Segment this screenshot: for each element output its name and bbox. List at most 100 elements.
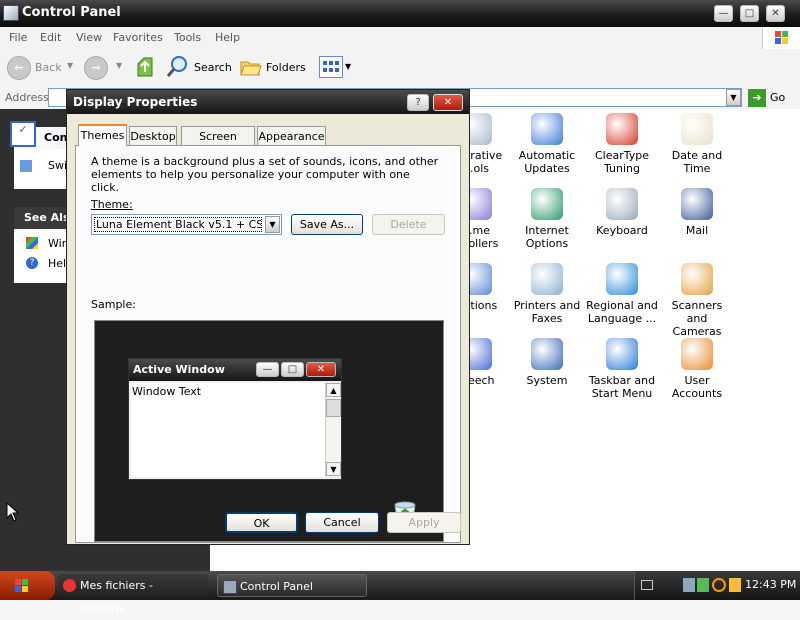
folders-button[interactable]: Folders	[266, 61, 306, 74]
theme-select-value: Luna Element Black v5.1 + CSS	[94, 217, 262, 232]
views-dropdown-icon[interactable]: ▼	[345, 62, 351, 71]
printers-icon	[531, 263, 563, 295]
ok-button[interactable]: OK	[225, 512, 298, 533]
theme-select[interactable]: Luna Element Black v5.1 + CSS ▼	[91, 214, 282, 235]
dialog-close-button[interactable]: ✕	[433, 94, 463, 111]
date-time-icon	[681, 113, 713, 145]
cp-item-taskbar[interactable]: Taskbar and Start Menu	[586, 338, 658, 400]
minimize-button[interactable]: —	[714, 5, 733, 22]
network-tray-icon[interactable]	[683, 578, 695, 592]
sample-window-titlebar: Active Window — □ ✕	[129, 359, 341, 381]
sample-window-title: Active Window	[133, 363, 225, 376]
search-icon[interactable]	[166, 55, 190, 79]
sample-scrollbar: ▲ ▼	[325, 383, 341, 477]
cp-item-system[interactable]: System	[511, 338, 583, 387]
dialog-help-button[interactable]: ?	[407, 94, 429, 111]
automatic-updates-icon	[531, 113, 563, 145]
cp-item-label: Scanners and Cameras	[671, 299, 723, 338]
sample-active-window: Active Window — □ ✕ Window Text ▲ ▼	[128, 358, 342, 480]
maximize-button[interactable]: □	[740, 5, 759, 22]
tab-themes[interactable]: Themes	[78, 124, 127, 146]
cp-item-label: Mail	[685, 224, 709, 237]
security-tray-icon[interactable]	[697, 578, 709, 592]
cancel-button[interactable]: Cancel	[305, 512, 379, 533]
menu-tools[interactable]: Tools	[174, 31, 201, 44]
menu-help[interactable]: Help	[215, 31, 240, 44]
scroll-down-icon: ▼	[326, 462, 341, 476]
internet-options-icon	[531, 188, 563, 220]
sample-maximize-icon: □	[281, 362, 304, 377]
go-button[interactable]: Go	[770, 91, 785, 104]
windows-update-icon	[26, 237, 38, 249]
close-button[interactable]: ✕	[766, 5, 785, 22]
regional-icon	[606, 263, 638, 295]
go-arrow-icon[interactable]: ➜	[748, 89, 766, 107]
sample-window-body: Window Text	[131, 383, 325, 477]
volume-tray-icon[interactable]	[729, 578, 741, 592]
taskbar-item-control-panel[interactable]: Control Panel	[217, 574, 367, 597]
switch-view-link[interactable]: Swi	[48, 159, 67, 172]
tab-desktop[interactable]: Desktop	[129, 126, 177, 145]
cp-item-scanners[interactable]: Scanners and Cameras	[661, 263, 733, 338]
cp-item-date-time[interactable]: Date and Time	[661, 113, 733, 175]
back-arrow-icon[interactable]: ←	[7, 56, 31, 80]
up-folder-icon[interactable]	[134, 54, 156, 80]
cp-item-keyboard[interactable]: Keyboard	[586, 188, 658, 237]
taskbar-item-onedrive[interactable]: Mes fichiers - OneDriv...	[58, 574, 208, 615]
address-dropdown-icon[interactable]: ▼	[726, 89, 741, 106]
menu-view[interactable]: View	[76, 31, 102, 44]
control-panel-titlebar[interactable]: Control Panel — □ ✕	[0, 0, 800, 27]
folders-icon[interactable]	[239, 56, 263, 78]
control-panel-check-icon: ✓	[10, 121, 36, 147]
menu-edit[interactable]: Edit	[40, 31, 61, 44]
forward-dropdown-icon[interactable]: ▼	[116, 61, 122, 70]
cp-item-regional[interactable]: Regional and Language ...	[586, 263, 658, 325]
address-label: Address	[5, 91, 49, 104]
mouse-cursor-icon	[6, 502, 20, 522]
system-icon	[531, 338, 563, 370]
window-title: Control Panel	[22, 5, 121, 20]
scanners-icon	[681, 263, 713, 295]
cp-item-label: Taskbar and Start Menu	[588, 374, 656, 400]
search-tray-icon[interactable]	[712, 578, 726, 592]
menu-bar: File Edit View Favorites Tools Help	[0, 27, 800, 50]
clock[interactable]: 12:43 PM	[745, 578, 796, 591]
control-panel-icon	[223, 580, 237, 594]
cp-item-label: Date and Time	[671, 149, 723, 175]
mail-icon	[681, 188, 713, 220]
forward-arrow-icon[interactable]: →	[84, 56, 108, 80]
sample-close-icon: ✕	[306, 362, 336, 377]
themes-description: A theme is a background plus a set of so…	[91, 155, 439, 194]
display-properties-dialog: Display Properties ? ✕ Themes Desktop Sc…	[66, 89, 470, 545]
menu-favorites[interactable]: Favorites	[113, 31, 163, 44]
cp-item-mail[interactable]: Mail	[661, 188, 733, 237]
delete-button[interactable]: Delete	[372, 214, 445, 235]
chevron-down-icon[interactable]: ▼	[265, 216, 280, 233]
sample-minimize-icon: —	[256, 362, 279, 377]
back-dropdown-icon[interactable]: ▼	[67, 61, 73, 70]
search-button[interactable]: Search	[194, 61, 232, 74]
cp-item-cleartype[interactable]: ClearType Tuning	[586, 113, 658, 175]
save-as-button[interactable]: Save As...	[291, 214, 363, 235]
tab-appearance[interactable]: Appearance	[257, 126, 326, 145]
taskbar-icon	[606, 338, 638, 370]
help-icon: ?	[26, 257, 38, 269]
user-accounts-icon	[681, 338, 713, 370]
dialog-titlebar[interactable]: Display Properties ? ✕	[67, 90, 469, 114]
views-icon[interactable]	[319, 56, 343, 78]
toolbar: ← Back ▼ → ▼ Search Folders ▼	[0, 49, 800, 88]
cp-item-automatic-updates[interactable]: Automatic Updates	[511, 113, 583, 175]
cp-item-printers[interactable]: Printers and Faxes	[511, 263, 583, 325]
back-label[interactable]: Back	[35, 61, 62, 74]
tab-screen-saver[interactable]: Screen Saver	[181, 126, 255, 162]
cp-item-user-accounts[interactable]: User Accounts	[661, 338, 733, 400]
keyboard-tray-icon[interactable]	[641, 580, 653, 590]
browser-icon	[63, 579, 76, 592]
menu-file[interactable]: File	[9, 31, 27, 44]
apply-button[interactable]: Apply	[387, 512, 461, 533]
start-button[interactable]	[0, 571, 55, 600]
cp-item-label: Automatic Updates	[518, 149, 576, 175]
cp-item-label: Printers and Faxes	[513, 299, 581, 325]
cp-item-label: Regional and Language ...	[586, 299, 658, 325]
cp-item-internet-options[interactable]: Internet Options	[511, 188, 583, 250]
